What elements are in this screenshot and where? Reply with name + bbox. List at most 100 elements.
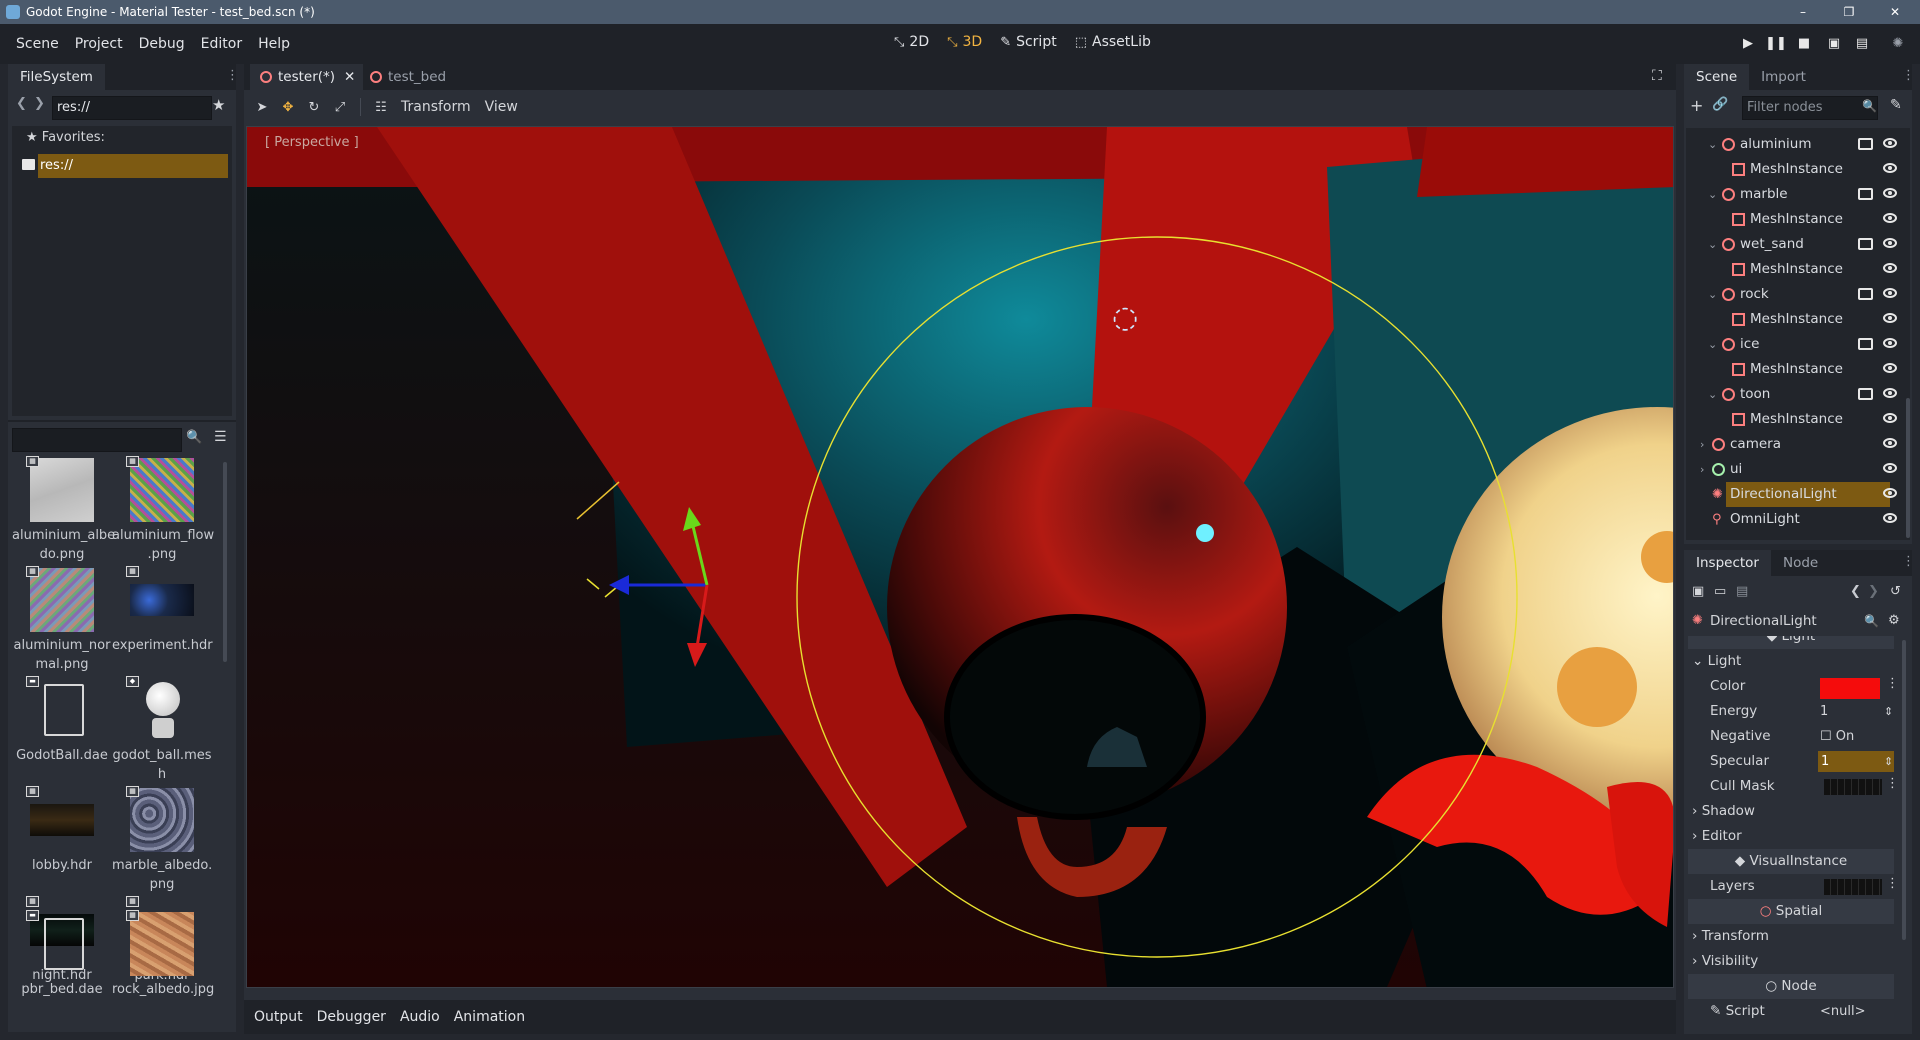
layers-grid[interactable] xyxy=(1824,879,1882,895)
play-icon[interactable]: ▶ xyxy=(1736,32,1760,56)
scene-node-row[interactable]: ⚲ OmniLight xyxy=(1686,507,1904,532)
group-shadow[interactable]: › Shadow xyxy=(1688,799,1894,824)
file-godotball-dae[interactable]: ▬ GodotBall.dae xyxy=(12,676,112,765)
filter-nodes-input[interactable]: Filter nodes xyxy=(1742,96,1878,120)
specular-value[interactable]: 1 xyxy=(1818,751,1894,772)
add-node-icon[interactable]: + xyxy=(1690,96,1703,115)
list-select-icon[interactable]: ☷ xyxy=(371,100,391,115)
visibility-eye-icon[interactable] xyxy=(1883,388,1897,398)
tab-debugger[interactable]: Debugger xyxy=(317,1009,386,1025)
visibility-eye-icon[interactable] xyxy=(1883,213,1897,223)
visibility-eye-icon[interactable] xyxy=(1883,238,1897,248)
menu-help[interactable]: Help xyxy=(250,36,298,52)
tab-import[interactable]: Import xyxy=(1749,64,1818,90)
distraction-free-icon[interactable]: ⛶ xyxy=(1652,68,1662,84)
dock-menu-icon[interactable]: ⋮ xyxy=(1902,554,1915,569)
tab-audio[interactable]: Audio xyxy=(400,1009,440,1025)
visibility-eye-icon[interactable] xyxy=(1883,488,1897,498)
file-aluminium-albedo[interactable]: ▦ aluminium_albe do.png xyxy=(12,456,115,564)
rotate-tool-icon[interactable]: ↻ xyxy=(304,100,324,115)
scene-node-row[interactable]: MeshInstance xyxy=(1686,157,1904,182)
close-tab-icon[interactable]: ✕ xyxy=(344,64,355,90)
back-icon[interactable]: ❮ xyxy=(16,96,27,111)
scene-node-row[interactable]: MeshInstance xyxy=(1686,357,1904,382)
scene-node-row[interactable]: › ui xyxy=(1686,457,1904,482)
visibility-eye-icon[interactable] xyxy=(1883,363,1897,373)
scene-node-row[interactable]: ⌄ aluminium xyxy=(1686,132,1904,157)
visibility-eye-icon[interactable] xyxy=(1883,313,1897,323)
mode-3d-button[interactable]: ⤡ 3D xyxy=(947,34,982,50)
file-lobby-hdr[interactable]: ▦ lobby.hdr xyxy=(12,786,112,875)
mode-2d-button[interactable]: ⤡ 2D xyxy=(894,34,929,50)
cullmask-grid[interactable] xyxy=(1824,779,1882,795)
files-scrollbar[interactable] xyxy=(223,462,227,662)
tab-output[interactable]: Output xyxy=(254,1009,303,1025)
tab-filesystem[interactable]: FileSystem xyxy=(8,64,105,90)
object-history-icon[interactable]: ↺ xyxy=(1890,584,1901,599)
file-aluminium-flow[interactable]: ▦ aluminium_flow .png xyxy=(112,456,214,564)
file-rock-albedo[interactable]: ▦ rock_albedo.jpg xyxy=(112,910,214,999)
play-scene-icon[interactable]: ▣ xyxy=(1822,32,1846,56)
visibility-eye-icon[interactable] xyxy=(1883,413,1897,423)
chevron-right-icon[interactable]: › xyxy=(1700,457,1710,482)
menu-editor[interactable]: Editor xyxy=(193,36,250,52)
visibility-eye-icon[interactable] xyxy=(1883,438,1897,448)
scene-node-row[interactable]: ⌄ wet_sand xyxy=(1686,232,1904,257)
scene-node-row[interactable]: MeshInstance xyxy=(1686,257,1904,282)
property-search-icon[interactable]: 🔍 xyxy=(1864,608,1879,634)
specular-spinner-icon[interactable]: ⇕ xyxy=(1884,749,1893,774)
new-resource-icon[interactable]: ▣ xyxy=(1692,584,1704,599)
visibility-eye-icon[interactable] xyxy=(1883,263,1897,273)
tab-tester[interactable]: tester(*) ✕ xyxy=(250,64,364,90)
energy-value[interactable]: 1 xyxy=(1820,699,1880,724)
scene-node-row[interactable]: ⌄ ice xyxy=(1686,332,1904,357)
scene-node-row[interactable]: › camera xyxy=(1686,432,1904,457)
dock-menu-icon[interactable]: ⋮ xyxy=(1902,68,1915,83)
maximize-button[interactable]: ❐ xyxy=(1826,0,1872,24)
scene-tree-scrollbar[interactable] xyxy=(1906,398,1910,538)
layers-menu-icon[interactable]: ⋮ xyxy=(1886,876,1898,891)
script-value[interactable]: <null> xyxy=(1820,999,1866,1024)
clapperboard-icon[interactable] xyxy=(1858,338,1873,350)
file-pbr-bed-dae[interactable]: ▬ pbr_bed.dae xyxy=(12,910,112,999)
menu-scene[interactable]: Scene xyxy=(8,36,67,52)
visibility-eye-icon[interactable] xyxy=(1883,288,1897,298)
tab-scene[interactable]: Scene xyxy=(1684,64,1750,90)
viewport-perspective-label[interactable]: [ Perspective ] xyxy=(265,135,359,150)
visibility-eye-icon[interactable] xyxy=(1883,463,1897,473)
chevron-right-icon[interactable]: › xyxy=(1700,432,1710,457)
visibility-eye-icon[interactable] xyxy=(1883,338,1897,348)
clapperboard-icon[interactable] xyxy=(1858,138,1873,150)
file-marble-albedo[interactable]: ▦ marble_albedo. png xyxy=(112,786,212,894)
visibility-eye-icon[interactable] xyxy=(1883,138,1897,148)
viewport-3d[interactable]: ◌ [ Perspective ] xyxy=(246,126,1674,988)
color-menu-icon[interactable]: ⋮ xyxy=(1886,676,1898,691)
play-custom-icon[interactable]: ▤ xyxy=(1850,32,1874,56)
tab-test-bed[interactable]: test_bed xyxy=(360,64,458,90)
clapperboard-icon[interactable] xyxy=(1858,288,1873,300)
negative-checkbox[interactable]: ☐ On xyxy=(1820,724,1854,749)
mode-assetlib-button[interactable]: ⬚ AssetLib xyxy=(1075,34,1151,50)
chevron-down-icon[interactable]: ⌄ xyxy=(1708,232,1718,257)
mode-script-button[interactable]: ✎ Script xyxy=(1000,34,1057,50)
chevron-down-icon[interactable]: ⌄ xyxy=(1708,282,1718,307)
dock-menu-icon[interactable]: ⋮ xyxy=(226,68,239,83)
chevron-down-icon[interactable]: ⌄ xyxy=(1708,332,1718,357)
close-window-button[interactable]: ✕ xyxy=(1872,0,1918,24)
scene-node-row[interactable]: ⌄ rock xyxy=(1686,282,1904,307)
group-visibility[interactable]: › Visibility xyxy=(1688,949,1894,974)
save-resource-icon[interactable]: ▤ xyxy=(1736,584,1748,599)
favorite-star-icon[interactable]: ★ xyxy=(212,96,225,114)
stop-icon[interactable]: ■ xyxy=(1792,32,1816,56)
file-search-input[interactable] xyxy=(12,428,182,452)
chevron-down-icon[interactable]: ⌄ xyxy=(1708,182,1718,207)
scene-node-row[interactable]: MeshInstance xyxy=(1686,407,1904,432)
move-tool-icon[interactable]: ✥ xyxy=(278,100,298,115)
pause-icon[interactable]: ❚❚ xyxy=(1764,32,1788,56)
file-godot-ball-mesh[interactable]: ◆ godot_ball.mes h xyxy=(112,676,212,784)
clapperboard-icon[interactable] xyxy=(1858,388,1873,400)
tree-item-res[interactable]: res:// xyxy=(38,154,228,178)
visibility-eye-icon[interactable] xyxy=(1883,163,1897,173)
cullmask-menu-icon[interactable]: ⋮ xyxy=(1886,776,1898,791)
menu-project[interactable]: Project xyxy=(67,36,131,52)
